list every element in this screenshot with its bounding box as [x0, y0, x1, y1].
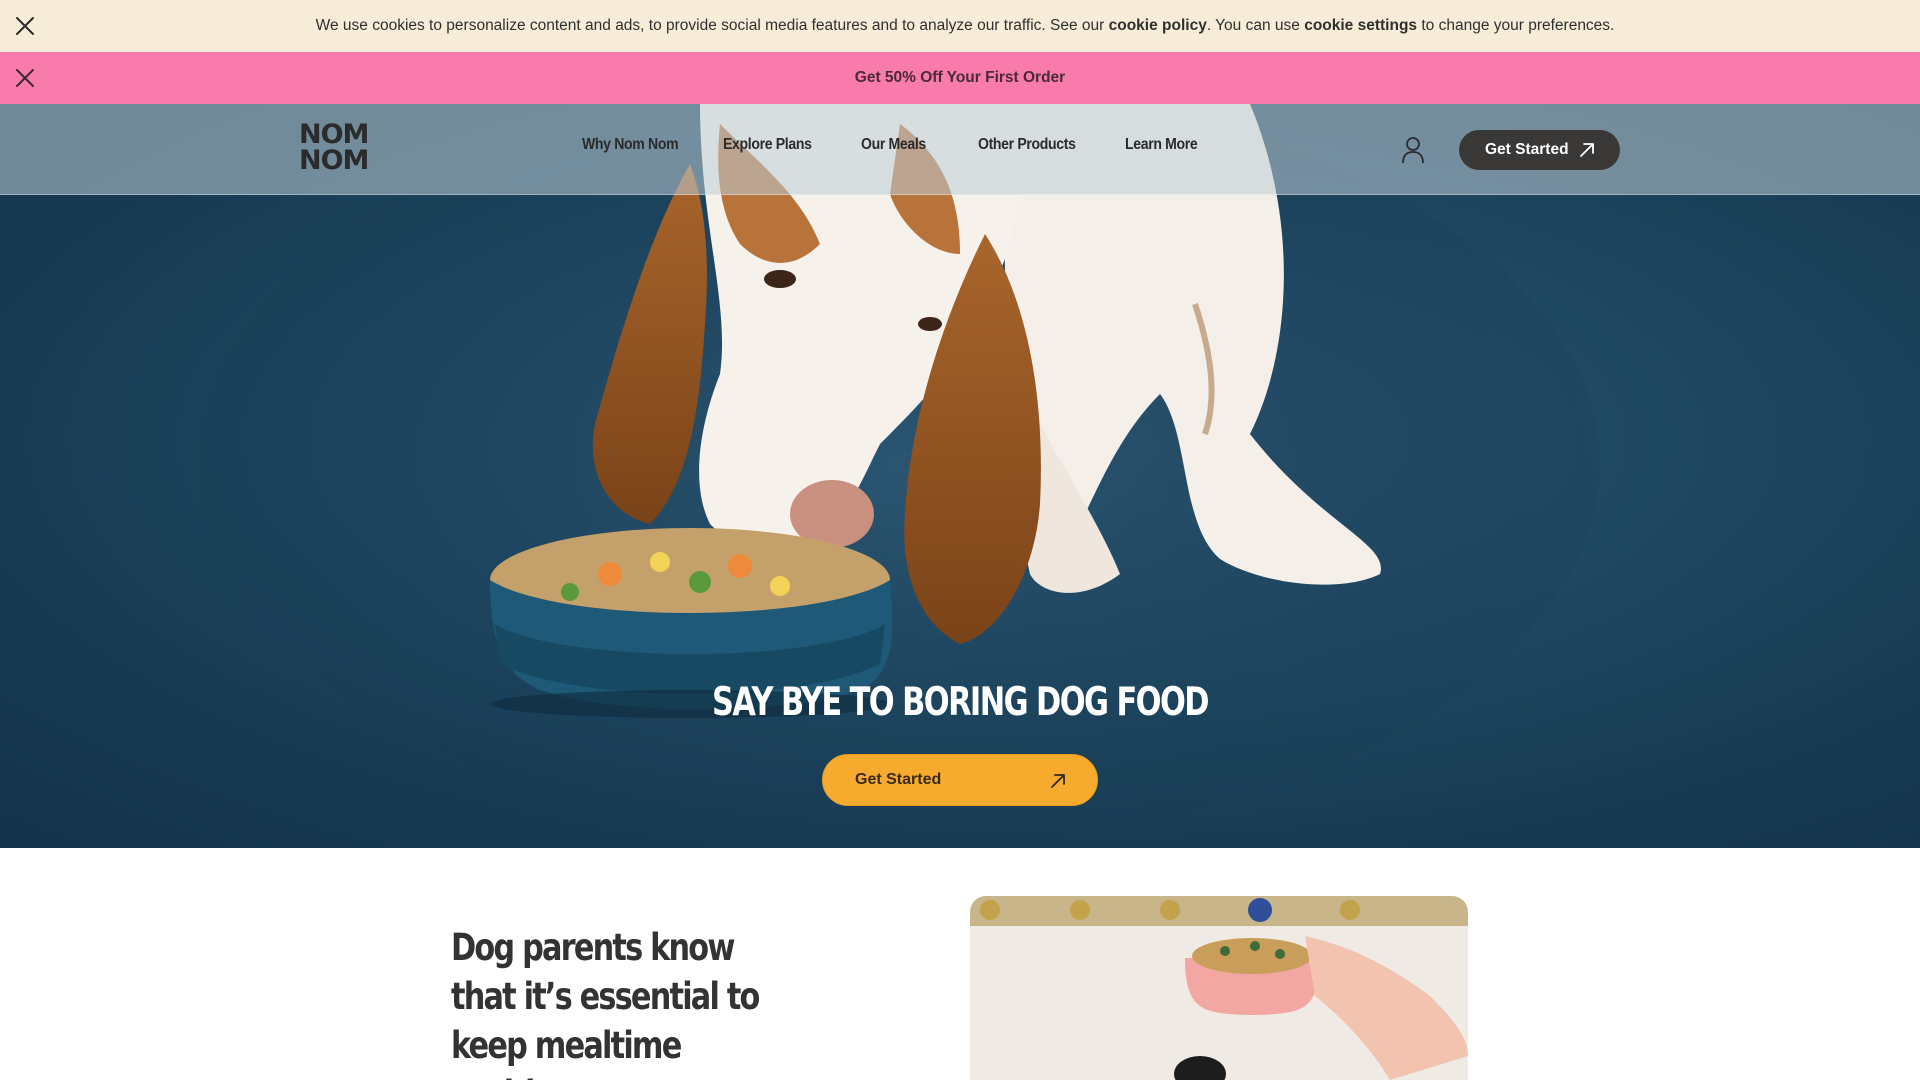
promo-banner: Get 50% Off Your First Order	[0, 52, 1920, 104]
close-icon[interactable]	[14, 67, 36, 89]
cookie-banner: We use cookies to personalize content an…	[0, 0, 1920, 52]
nom-nom-logo[interactable]: NOM NOM	[299, 121, 381, 178]
close-icon[interactable]	[14, 15, 36, 37]
cookie-text-after: to change your preferences.	[1417, 17, 1615, 34]
hero-title: SAY BYE TO BORING DOG FOOD	[712, 680, 1210, 725]
nav-our-meals[interactable]: Our Meals	[861, 136, 964, 154]
nav-other-products[interactable]: Other Products	[978, 136, 1107, 154]
hero-section: SAY BYE TO BORING DOG FOOD Get Started	[0, 104, 1920, 848]
cookie-policy-link[interactable]: cookie policy	[1109, 17, 1207, 34]
cookie-text-middle: . You can use	[1206, 17, 1305, 34]
user-icon[interactable]	[1401, 136, 1425, 164]
nav-learn-more[interactable]: Learn More	[1125, 136, 1222, 154]
hero-dog-photo	[200, 104, 1600, 844]
section-photo-dog-bowl	[970, 896, 1468, 1080]
section-heading: Dog parents know that it’s essential to …	[451, 926, 760, 1080]
section-photo-illustration	[970, 896, 1468, 1080]
nav-explore-plans[interactable]: Explore Plans	[723, 136, 844, 154]
cookie-settings-link[interactable]: cookie settings	[1304, 17, 1417, 34]
cookie-text-before: We use cookies to personalize content an…	[315, 17, 1109, 34]
logo-line-2: NOM	[299, 145, 369, 176]
hero-get-started-button[interactable]: Get Started	[822, 754, 1098, 806]
nav-why-nom-nom[interactable]: Why Nom Nom	[582, 136, 706, 154]
hero-cta-label: Get Started	[855, 771, 942, 788]
main-nav: Why Nom Nom Explore Plans Our Meals Othe…	[582, 136, 1235, 154]
header-cta-label: Get Started	[1485, 141, 1569, 158]
arrow-up-right-icon	[1051, 774, 1065, 788]
site-header: NOM NOM Why Nom Nom Explore Plans Our Me…	[0, 104, 1920, 195]
promo-text[interactable]: Get 50% Off Your First Order	[855, 69, 1065, 87]
cookie-message: We use cookies to personalize content an…	[306, 17, 1615, 35]
header-get-started-button[interactable]: Get Started	[1459, 130, 1620, 170]
arrow-up-right-icon	[1580, 143, 1594, 157]
